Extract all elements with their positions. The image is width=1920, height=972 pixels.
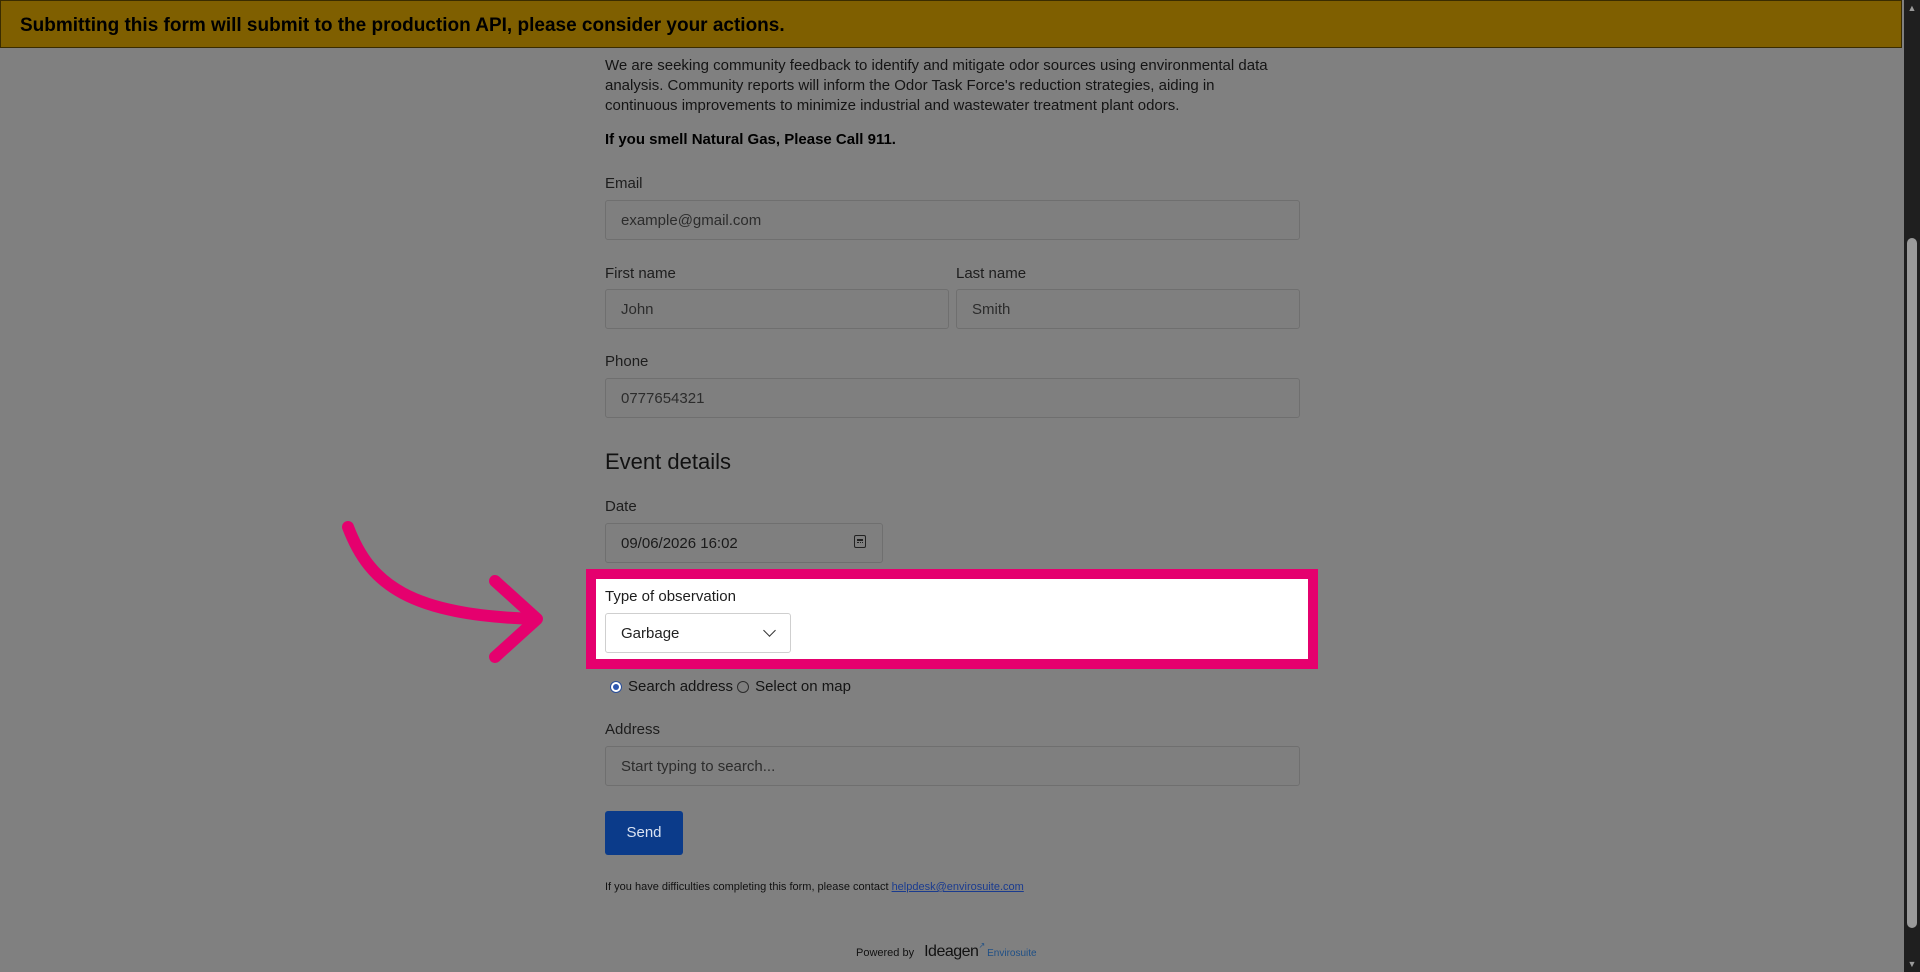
first-name-label: First name [605,265,676,282]
intro-line-1: We are seeking community feedback to ide… [605,57,1268,74]
observation-type-label: Type of observation [605,588,736,605]
help-text: If you have difficulties completing this… [605,881,1024,893]
intro-text: We are seeking community feedback to ide… [605,56,1300,116]
address-search-input[interactable]: Start typing to search... [605,746,1300,786]
production-warning-banner: Submitting this form will submit to the … [0,0,1902,48]
intro-line-3: continuous improvements to minimize indu… [605,97,1180,114]
phone-label: Phone [605,353,649,370]
scroll-down-icon[interactable]: ▼ [1904,956,1920,972]
select-on-map-label[interactable]: Select on map [755,678,851,695]
help-message: If you have difficulties completing this… [605,881,892,893]
observation-type-value: Garbage [621,625,680,642]
last-name-field[interactable]: Smith [956,289,1300,329]
observation-type-select[interactable]: Garbage [605,613,791,653]
scrollbar-thumb[interactable] [1907,238,1917,928]
page-scrollbar[interactable]: ▲ ▼ [1904,0,1920,972]
last-name-label: Last name [956,265,1027,282]
send-button[interactable]: Send [605,811,683,855]
event-details-title: Event details [605,449,731,474]
chevron-down-icon [763,624,776,637]
ideagen-logo: Ideagen [924,943,979,960]
helpdesk-email-link[interactable]: helpdesk@envirosuite.com [892,881,1024,893]
logo-mark-icon: ↗ [978,941,986,950]
banner-text: Submitting this form will submit to the … [20,15,785,36]
intro-line-2: analysis. Community reports will inform … [605,77,1215,94]
select-on-map-radio[interactable] [737,680,750,693]
address-label: Address [605,721,661,738]
search-address-radio[interactable] [610,680,622,693]
gas-warning: If you smell Natural Gas, Please Call 91… [605,131,896,148]
location-mode-radios: Search address Select on map [610,678,851,695]
phone-field[interactable]: 0777654321 [605,378,1300,418]
powered-by: Powered by Ideagen ↗ Envirosuite [856,941,1037,961]
calendar-icon[interactable] [854,535,866,548]
powered-by-label: Powered by [856,947,915,959]
email-field[interactable]: example@gmail.com [605,200,1300,240]
envirosuite-logo: Envirosuite [987,948,1037,959]
first-name-field[interactable]: John [605,289,949,329]
date-label: Date [605,498,637,515]
date-field[interactable]: 09/06/2026 16:02 [605,523,883,563]
email-label: Email [605,175,643,192]
feedback-form: We are seeking community feedback to ide… [605,56,1300,563]
scroll-up-icon[interactable]: ▲ [1904,0,1920,16]
date-value: 09/06/2026 16:02 [621,535,738,552]
search-address-label[interactable]: Search address [628,678,733,695]
pointer-arrow-icon [342,521,543,663]
